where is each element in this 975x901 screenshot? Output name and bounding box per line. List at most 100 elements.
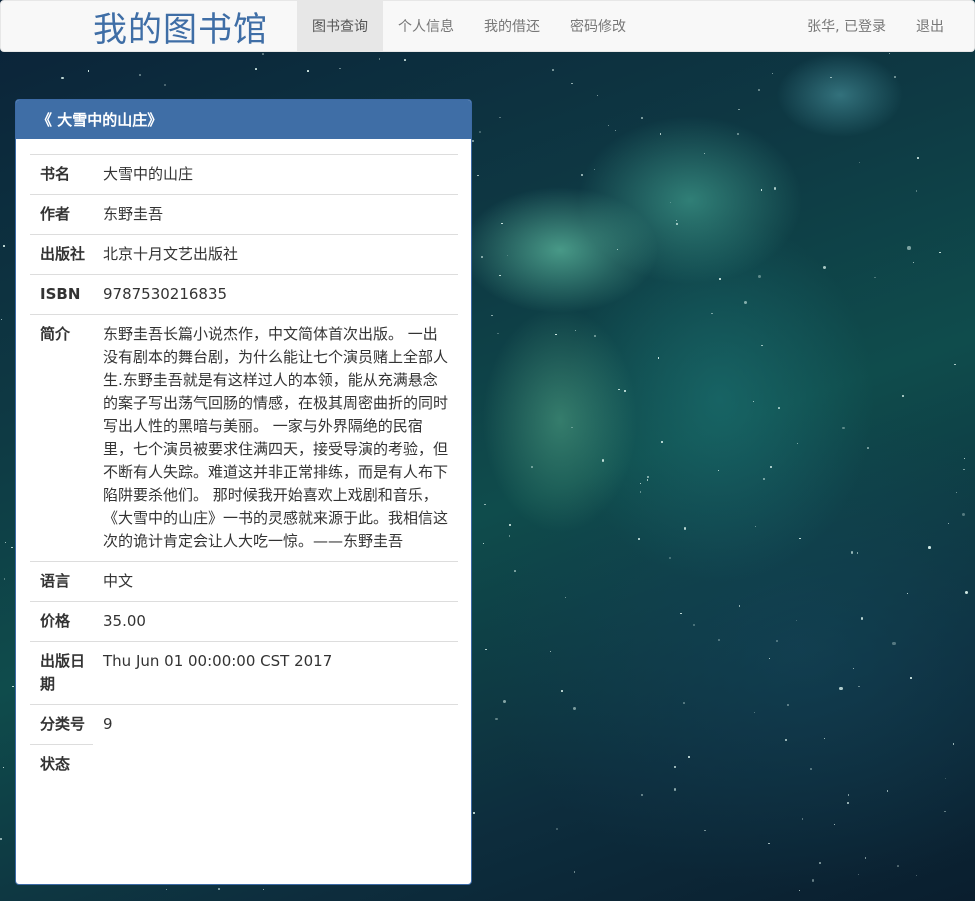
nav-book-search[interactable]: 图书查询 [297,1,383,51]
star-dot [530,466,533,468]
table-row: 简介 东野圭吾长篇小说杰作，中文简体首次出版。 一出没有剧本的舞台剧，为什么能让… [30,314,458,562]
star-dot [850,550,854,554]
field-value: Thu Jun 01 00:00:00 CST 2017 [93,641,458,705]
nav-personal-info[interactable]: 个人信息 [383,1,469,51]
star-dot [404,59,406,61]
field-value: 9787530216835 [93,274,458,315]
table-row: 语言 中文 [30,561,458,602]
nav-my-borrowing[interactable]: 我的借还 [469,1,555,51]
star-dot [571,82,573,85]
star-dot [138,74,141,77]
field-value: 东野圭吾长篇小说杰作，中文简体首次出版。 一出没有剧本的舞台剧，为什么能让七个演… [93,314,458,562]
star-dot [639,491,642,493]
star-dot [616,249,618,251]
star-dot [499,274,501,277]
table-row: 作者 东野圭吾 [30,194,458,235]
star-dot [860,617,864,620]
star-dot [963,457,966,460]
star-dot [945,777,947,779]
star-dot [711,312,713,315]
star-dot [614,129,617,132]
star-dot [758,88,761,91]
star-dot [0,837,3,841]
star-dot [943,810,946,813]
star-dot [965,591,969,595]
star-dot [768,843,770,845]
star-dot [164,83,167,86]
star-dot [928,545,932,549]
star-dot [718,278,721,281]
star-dot [704,152,706,154]
star-dot [574,330,576,332]
star-dot [378,58,381,60]
star-dot [477,174,479,177]
field-value: 中文 [93,561,458,602]
star-dot [753,711,756,714]
star-dot [564,596,566,598]
star-dot [61,76,64,79]
star-dot [501,222,503,225]
star-dot [660,441,664,444]
star-dot [491,314,493,317]
star-dot [847,802,850,805]
star-dot [952,743,955,745]
star-dot [262,53,265,56]
field-value: 大雪中的山庄 [93,154,458,195]
star-dot [255,68,257,70]
table-row: 状态 [30,745,458,785]
top-navbar: 我的图书馆 图书查询 个人信息 我的借还 密码修改 张华, 已登录 退出 [0,0,975,52]
star-dot [166,888,168,891]
star-dot [954,363,956,365]
star-dot [858,685,860,688]
star-dot [857,874,859,876]
star-dot [641,794,643,796]
star-dot [670,202,672,204]
star-dot [939,251,941,253]
star-dot [3,245,6,247]
star-dot [778,407,781,410]
star-dot [754,526,756,528]
star-dot [509,524,511,526]
star-dot [896,865,899,867]
logout-link[interactable]: 退出 [901,1,974,51]
star-dot [498,116,501,119]
star-dot [737,133,740,136]
field-value: 东野圭吾 [93,194,458,235]
field-label: 状态 [40,755,71,773]
star-dot [824,738,826,740]
star-dot [948,523,950,525]
brand-title[interactable]: 我的图书馆 [1,1,297,51]
star-dot [472,811,475,815]
nav-change-password[interactable]: 密码修改 [555,1,641,51]
star-dot [262,888,265,890]
star-dot [901,394,904,397]
star-dot [842,426,846,430]
star-dot [680,612,683,615]
star-dot [495,717,498,721]
star-dot [873,276,876,279]
star-dot [692,624,695,627]
star-dot [608,125,610,127]
star-dot [657,357,660,359]
star-dot [812,879,815,882]
star-dot [659,132,662,135]
table-row: ISBN 9787530216835 [30,274,458,315]
star-dot [508,535,511,537]
star-dot [743,301,747,305]
star-dot [555,827,558,830]
star-dot [785,739,787,741]
star-dot [718,638,720,641]
star-dot [961,512,966,517]
star-dot [640,482,642,485]
star-dot [838,686,843,691]
star-dot [674,766,676,768]
star-dot [555,333,557,336]
star-dot [11,546,13,549]
star-dot [752,400,754,402]
field-label: 价格 [30,601,93,642]
star-dot [646,479,649,481]
field-label: 书名 [30,154,93,195]
star-dot [514,570,516,572]
star-dot [796,620,798,622]
user-status[interactable]: 张华, 已登录 [792,1,901,51]
